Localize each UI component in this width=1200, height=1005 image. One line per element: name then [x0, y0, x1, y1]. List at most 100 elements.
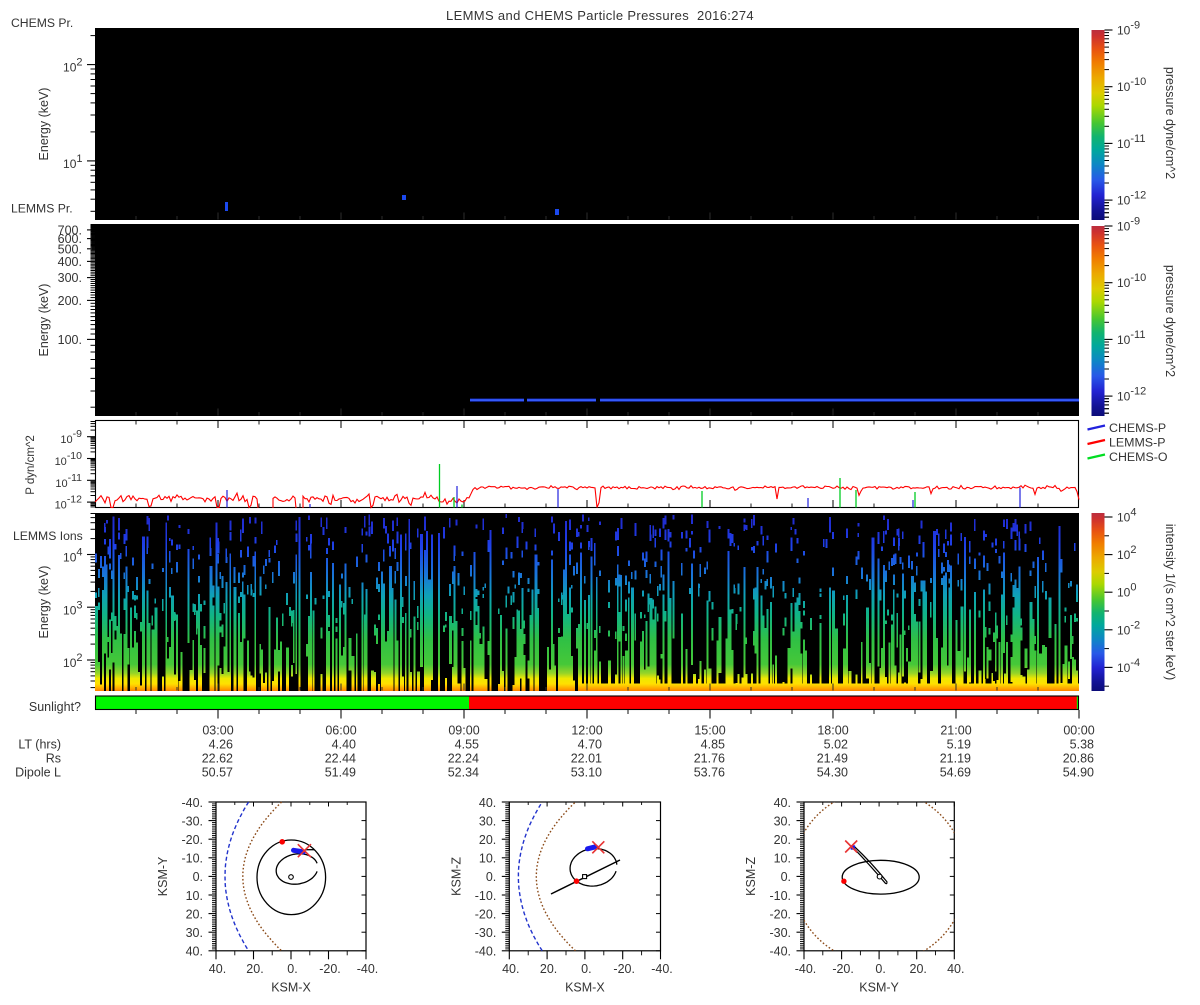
svg-text:10.: 10. — [186, 889, 203, 903]
svg-text:4.26: 4.26 — [209, 738, 233, 752]
svg-text:06:00: 06:00 — [325, 724, 356, 738]
svg-text:20.: 20. — [540, 962, 557, 976]
svg-text:-40.: -40. — [769, 945, 791, 959]
svg-text:20.86: 20.86 — [1063, 752, 1094, 766]
svg-text:-30.: -30. — [181, 814, 203, 828]
svg-text:-40.: -40. — [795, 962, 817, 976]
svg-text:Energy (keV): Energy (keV) — [37, 566, 51, 639]
svg-text:Energy (keV): Energy (keV) — [37, 284, 51, 357]
svg-text:-20.: -20. — [319, 962, 341, 976]
svg-text:40.: 40. — [502, 962, 519, 976]
svg-text:KSM-X: KSM-X — [565, 981, 605, 995]
svg-text:LT (hrs): LT (hrs) — [18, 738, 61, 752]
svg-text:20.: 20. — [774, 833, 791, 847]
svg-text:-20.: -20. — [769, 907, 791, 921]
svg-text:-30.: -30. — [769, 926, 791, 940]
svg-text:LEMMS Ions: LEMMS Ions — [13, 529, 83, 543]
svg-text:52.34: 52.34 — [448, 766, 479, 780]
svg-text:20.: 20. — [246, 962, 263, 976]
svg-text:KSM-Y: KSM-Y — [156, 856, 170, 896]
svg-text:-40.: -40. — [181, 796, 203, 810]
svg-text:-10.: -10. — [769, 889, 791, 903]
svg-text:LEMMS Pr.: LEMMS Pr. — [11, 202, 73, 216]
svg-text:20.: 20. — [186, 907, 203, 921]
svg-text:21.19: 21.19 — [940, 752, 971, 766]
svg-text:53.10: 53.10 — [571, 766, 602, 780]
svg-text:5.38: 5.38 — [1070, 738, 1094, 752]
svg-text:700.: 700. — [58, 224, 82, 238]
svg-text:12:00: 12:00 — [571, 724, 602, 738]
svg-text:0.: 0. — [287, 962, 297, 976]
svg-text:21.49: 21.49 — [817, 752, 848, 766]
svg-text:03:00: 03:00 — [202, 724, 233, 738]
svg-text:21:00: 21:00 — [940, 724, 971, 738]
svg-text:-30.: -30. — [475, 926, 497, 940]
svg-text:Dipole L: Dipole L — [15, 766, 61, 780]
svg-text:pressure dyne/cm^2: pressure dyne/cm^2 — [1163, 265, 1177, 377]
svg-text:5.19: 5.19 — [947, 738, 971, 752]
svg-text:Sunlight?: Sunlight? — [29, 700, 81, 714]
svg-text:KSM-Y: KSM-Y — [859, 981, 899, 995]
svg-text:40.: 40. — [947, 962, 964, 976]
svg-text:15:00: 15:00 — [694, 724, 725, 738]
svg-text:53.76: 53.76 — [694, 766, 725, 780]
svg-text:-20.: -20. — [181, 833, 203, 847]
svg-text:21.76: 21.76 — [694, 752, 725, 766]
svg-text:22.01: 22.01 — [571, 752, 602, 766]
svg-text:51.49: 51.49 — [325, 766, 356, 780]
svg-text:4.40: 4.40 — [332, 738, 356, 752]
svg-text:0.: 0. — [486, 870, 496, 884]
svg-text:00:00: 00:00 — [1063, 724, 1094, 738]
svg-text:54.90: 54.90 — [1063, 766, 1094, 780]
svg-text:-20.: -20. — [613, 962, 635, 976]
svg-text:10.: 10. — [479, 852, 496, 866]
svg-text:4.70: 4.70 — [578, 738, 602, 752]
svg-text:CHEMS-P: CHEMS-P — [1109, 421, 1166, 435]
svg-text:0.: 0. — [781, 870, 791, 884]
svg-text:40.: 40. — [186, 945, 203, 959]
svg-text:400.: 400. — [58, 255, 82, 269]
svg-text:30.: 30. — [774, 814, 791, 828]
svg-text:KSM-Z: KSM-Z — [744, 857, 758, 896]
svg-text:-40.: -40. — [651, 962, 673, 976]
svg-text:0.: 0. — [875, 962, 885, 976]
svg-text:40.: 40. — [774, 796, 791, 810]
svg-text:4.85: 4.85 — [701, 738, 725, 752]
svg-text:5.02: 5.02 — [824, 738, 848, 752]
svg-text:40.: 40. — [479, 796, 496, 810]
svg-text:22.44: 22.44 — [325, 752, 356, 766]
svg-text:54.30: 54.30 — [817, 766, 848, 780]
svg-text:Rs: Rs — [46, 752, 61, 766]
svg-text:-40.: -40. — [475, 945, 497, 959]
svg-text:0.: 0. — [581, 962, 591, 976]
svg-text:Energy (keV): Energy (keV) — [37, 88, 51, 161]
svg-text:-20.: -20. — [832, 962, 854, 976]
svg-text:20.: 20. — [910, 962, 927, 976]
svg-text:09:00: 09:00 — [448, 724, 479, 738]
svg-text:22.62: 22.62 — [202, 752, 233, 766]
svg-text:22.24: 22.24 — [448, 752, 479, 766]
svg-text:-20.: -20. — [475, 907, 497, 921]
svg-text:4.55: 4.55 — [455, 738, 479, 752]
svg-text:LEMMS and CHEMS Particle Press: LEMMS and CHEMS Particle Pressures 2016:… — [446, 8, 754, 23]
svg-text:18:00: 18:00 — [817, 724, 848, 738]
svg-text:100.: 100. — [58, 333, 82, 347]
svg-text:0.: 0. — [193, 870, 203, 884]
svg-text:10.: 10. — [774, 852, 791, 866]
svg-text:54.69: 54.69 — [940, 766, 971, 780]
svg-text:pressure dyne/cm^2: pressure dyne/cm^2 — [1163, 67, 1177, 179]
svg-text:20.: 20. — [479, 833, 496, 847]
svg-text:40.: 40. — [209, 962, 226, 976]
svg-text:P dyn/cm^2: P dyn/cm^2 — [25, 435, 37, 495]
svg-text:300.: 300. — [58, 271, 82, 285]
svg-text:intensity 1/(s cm^2 ster keV): intensity 1/(s cm^2 ster keV) — [1163, 524, 1177, 681]
svg-text:-10.: -10. — [181, 852, 203, 866]
svg-text:30.: 30. — [479, 814, 496, 828]
svg-text:CHEMS Pr.: CHEMS Pr. — [11, 16, 73, 30]
svg-text:LEMMS-P: LEMMS-P — [1109, 436, 1165, 450]
svg-text:-10.: -10. — [475, 889, 497, 903]
svg-text:50.57: 50.57 — [202, 766, 233, 780]
svg-text:CHEMS-O: CHEMS-O — [1109, 450, 1168, 464]
svg-text:KSM-X: KSM-X — [271, 981, 311, 995]
svg-text:-40.: -40. — [357, 962, 379, 976]
